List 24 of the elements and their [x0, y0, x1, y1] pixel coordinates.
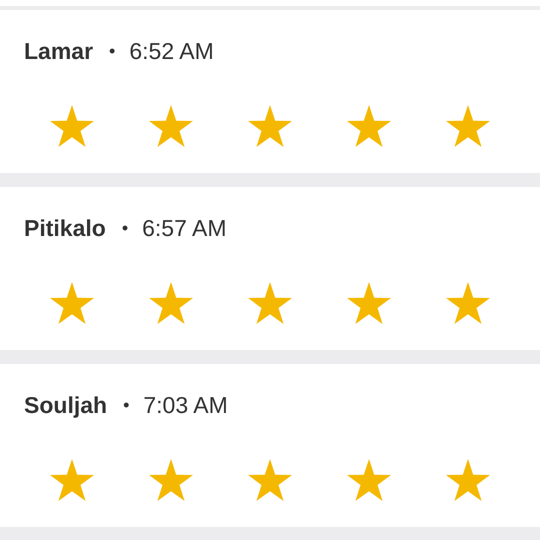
star-icon: [149, 282, 193, 324]
star-icon: [446, 459, 490, 501]
star-icon: [446, 105, 490, 147]
star-icon: [248, 459, 292, 501]
driver-name: Lamar: [24, 38, 94, 64]
star-icon: [347, 105, 391, 147]
star-icon: [50, 282, 94, 324]
separator-dot: •: [109, 40, 116, 62]
ride-time: 7:03 AM: [143, 392, 228, 418]
star-icon: [50, 459, 94, 501]
star-icon: [446, 282, 490, 324]
star-icon: [50, 105, 94, 147]
driver-name: Pitikalo: [24, 214, 106, 242]
driver-name: Souljah: [24, 392, 108, 418]
ride-time: 6:57 AM: [142, 214, 227, 242]
separator-dot: •: [123, 394, 130, 416]
star-icon: [347, 459, 391, 501]
star-icon: [248, 282, 292, 324]
star-icon: [248, 105, 292, 147]
star-icon: [149, 459, 193, 501]
star-icon: [347, 282, 391, 324]
star-icon: [149, 105, 193, 147]
separator-dot: •: [122, 218, 128, 238]
ride-time: 6:52 AM: [129, 38, 214, 64]
